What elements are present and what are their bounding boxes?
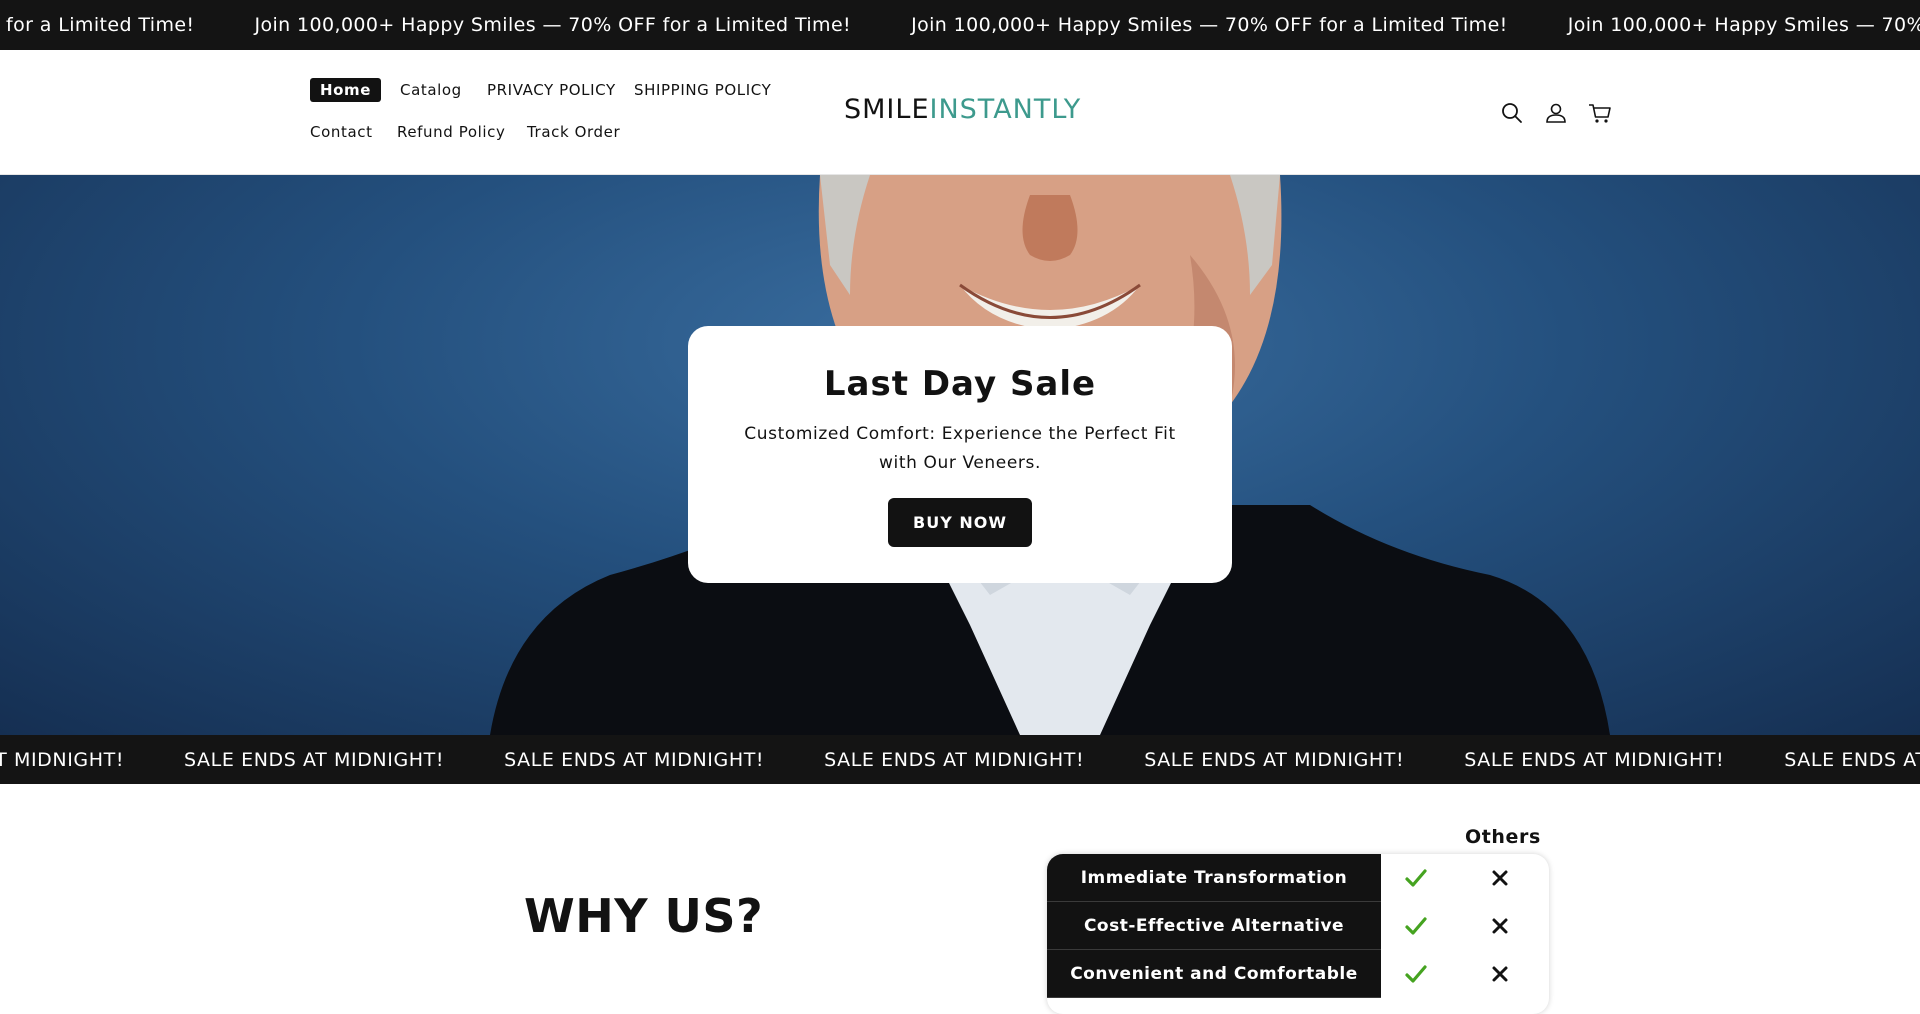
nav-shipping-policy[interactable]: SHIPPING POLICY [634,78,771,102]
site-logo[interactable]: SMILEINSTANTLY [844,94,1081,126]
buy-now-button[interactable]: BUY NOW [888,498,1032,547]
cross-icon [1492,918,1508,934]
logo-part-instantly: INSTANTLY [929,94,1082,125]
sale-text: SALE ENDS AT MIDNIGHT! [824,748,1085,771]
comparison-feature: Immediate Transformation [1047,854,1381,902]
site-header: Home Catalog PRIVACY POLICY SHIPPING POL… [0,50,1920,175]
announcement-text: Join 100,000+ Happy Smiles — 70% OFF for… [911,14,1508,36]
sale-text: SALE ENDS AT MIDNIGHT! [504,748,765,771]
nav-catalog[interactable]: Catalog [400,78,462,102]
sale-text: SALE ENDS AT MIDNIGHT! [1464,748,1725,771]
logo-part-smile: SMILE [844,94,930,125]
announcement-bar: for a Limited Time! Join 100,000+ Happy … [0,0,1920,50]
nav-refund-policy[interactable]: Refund Policy [397,120,506,144]
comparison-table: Immediate Transformation Cost-Effective … [1047,854,1549,1014]
nav-contact[interactable]: Contact [310,120,373,144]
comparison-feature: Cost-Effective Alternative [1047,902,1381,950]
sale-text: SALE ENDS AT MIDNIGHT! [1144,748,1405,771]
account-icon[interactable] [1543,100,1569,126]
cart-icon[interactable] [1587,100,1613,126]
comparison-row: Cost-Effective Alternative [1047,902,1549,950]
nav-privacy-policy[interactable]: PRIVACY POLICY [487,78,616,102]
check-icon [1405,869,1427,887]
announcement-marquee: for a Limited Time! Join 100,000+ Happy … [6,0,1920,50]
sale-marquee: SALE ENDS AT MIDNIGHT! SALE ENDS AT MIDN… [0,735,1920,784]
search-icon[interactable] [1499,100,1525,126]
others-column-label: Others [1465,826,1541,848]
sale-text: SALE ENDS AT MIDNIGHT! [184,748,445,771]
announcement-text: Join 100,000+ Happy Smiles — 70% OFF for… [254,14,852,36]
sale-text: SALE ENDS AT MIDNIGHT! [0,748,125,771]
comparison-feature: Convenient and Comfortable [1047,950,1381,998]
why-us-title: WHY US? [524,889,764,943]
comparison-row: Immediate Transformation [1047,854,1549,902]
sale-marquee-bar: SALE ENDS AT MIDNIGHT! SALE ENDS AT MIDN… [0,735,1920,784]
announcement-text-partial: for a Limited Time! [6,14,195,36]
hero-card: Last Day Sale Customized Comfort: Experi… [688,326,1232,583]
cross-icon [1492,870,1508,886]
nav-track-order[interactable]: Track Order [527,120,620,144]
announcement-text: Join 100,000+ Happy Smiles — 70% OFF for… [1567,14,1920,36]
cross-icon [1492,966,1508,982]
comparison-row: Convenient and Comfortable [1047,950,1549,998]
hero-title: Last Day Sale [823,364,1097,404]
check-icon [1405,965,1427,983]
nav-home[interactable]: Home [310,78,382,102]
hero-banner: Last Day Sale Customized Comfort: Experi… [0,175,1920,735]
hero-subtitle: Customized Comfort: Experience the Perfe… [744,424,1176,473]
check-icon [1405,917,1427,935]
sale-text: SALE ENDS AT MIDNIGHT! [1784,748,1920,771]
